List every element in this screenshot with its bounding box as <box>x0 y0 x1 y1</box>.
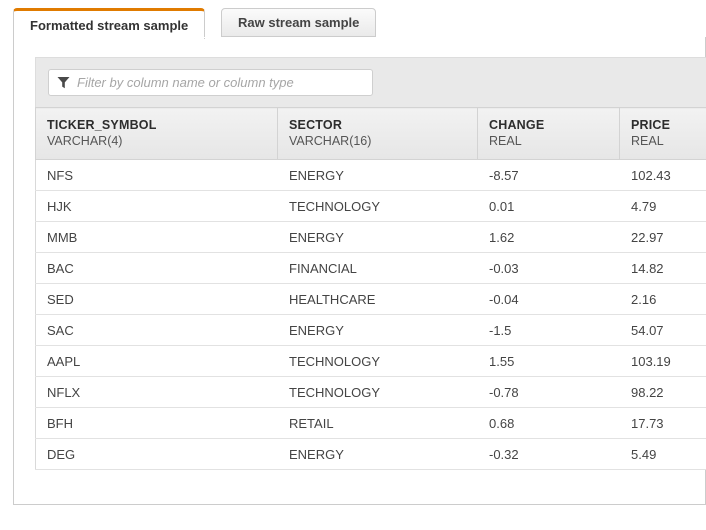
cell-change: -0.32 <box>477 438 620 470</box>
column-header-change[interactable]: CHANGE REAL <box>477 107 620 160</box>
cell-ticker: BFH <box>35 407 278 439</box>
filter-toolbar <box>35 57 706 107</box>
table-row[interactable]: NFLX TECHNOLOGY -0.78 98.22 <box>35 376 706 408</box>
cell-sector: ENERGY <box>277 159 478 191</box>
cell-price: 14.82 <box>619 252 706 284</box>
cell-sector: RETAIL <box>277 407 478 439</box>
cell-ticker: BAC <box>35 252 278 284</box>
cell-sector: FINANCIAL <box>277 252 478 284</box>
tab-label: Raw stream sample <box>238 15 360 30</box>
cell-price: 4.79 <box>619 190 706 222</box>
cell-ticker: NFS <box>35 159 278 191</box>
column-type: VARCHAR(4) <box>47 134 123 148</box>
column-header-ticker-symbol[interactable]: TICKER_SYMBOL VARCHAR(4) <box>35 107 278 160</box>
cell-price: 103.19 <box>619 345 706 377</box>
filter-field-wrapper[interactable] <box>48 69 373 96</box>
cell-change: 0.68 <box>477 407 620 439</box>
cell-sector: ENERGY <box>277 221 478 253</box>
cell-change: -0.78 <box>477 376 620 408</box>
table-row[interactable]: BAC FINANCIAL -0.03 14.82 <box>35 252 706 284</box>
cell-price: 102.43 <box>619 159 706 191</box>
cell-change: 1.55 <box>477 345 620 377</box>
table-row[interactable]: MMB ENERGY 1.62 22.97 <box>35 221 706 253</box>
cell-sector: ENERGY <box>277 438 478 470</box>
table-row[interactable]: SAC ENERGY -1.5 54.07 <box>35 314 706 346</box>
tab-strip: Formatted stream sample Raw stream sampl… <box>13 8 706 39</box>
tab-formatted-stream-sample[interactable]: Formatted stream sample <box>13 8 206 39</box>
cell-ticker: DEG <box>35 438 278 470</box>
column-type: VARCHAR(16) <box>289 134 372 148</box>
cell-sector: ENERGY <box>277 314 478 346</box>
cell-ticker: SED <box>35 283 278 315</box>
stream-sample-table-wrapper: TICKER_SYMBOL VARCHAR(4) SECTOR VARCHAR(… <box>35 107 706 470</box>
tab-label: Formatted stream sample <box>30 17 189 33</box>
tab-panel: TICKER_SYMBOL VARCHAR(4) SECTOR VARCHAR(… <box>13 37 706 505</box>
table-header: TICKER_SYMBOL VARCHAR(4) SECTOR VARCHAR(… <box>35 107 706 160</box>
table-row[interactable]: AAPL TECHNOLOGY 1.55 103.19 <box>35 345 706 377</box>
cell-sector: HEALTHCARE <box>277 283 478 315</box>
cell-sector: TECHNOLOGY <box>277 376 478 408</box>
cell-change: -8.57 <box>477 159 620 191</box>
cell-ticker: AAPL <box>35 345 278 377</box>
cell-ticker: NFLX <box>35 376 278 408</box>
column-name: SECTOR <box>289 118 343 132</box>
cell-price: 98.22 <box>619 376 706 408</box>
table-row[interactable]: SED HEALTHCARE -0.04 2.16 <box>35 283 706 315</box>
cell-change: 0.01 <box>477 190 620 222</box>
cell-price: 5.49 <box>619 438 706 470</box>
column-name: CHANGE <box>489 118 545 132</box>
tab-raw-stream-sample[interactable]: Raw stream sample <box>221 8 377 37</box>
table-row[interactable]: NFS ENERGY -8.57 102.43 <box>35 159 706 191</box>
panel-content: TICKER_SYMBOL VARCHAR(4) SECTOR VARCHAR(… <box>35 57 706 499</box>
column-name: PRICE <box>631 118 671 132</box>
cell-price: 54.07 <box>619 314 706 346</box>
cell-change: -0.04 <box>477 283 620 315</box>
column-header-price[interactable]: PRICE REAL <box>619 107 706 160</box>
cell-price: 22.97 <box>619 221 706 253</box>
cell-change: -0.03 <box>477 252 620 284</box>
table-row[interactable]: HJK TECHNOLOGY 0.01 4.79 <box>35 190 706 222</box>
cell-change: 1.62 <box>477 221 620 253</box>
cell-ticker: HJK <box>35 190 278 222</box>
cell-change: -1.5 <box>477 314 620 346</box>
cell-sector: TECHNOLOGY <box>277 345 478 377</box>
cell-ticker: MMB <box>35 221 278 253</box>
table-row[interactable]: BFH RETAIL 0.68 17.73 <box>35 407 706 439</box>
column-type: REAL <box>631 134 664 148</box>
table-header-row: TICKER_SYMBOL VARCHAR(4) SECTOR VARCHAR(… <box>35 107 706 160</box>
column-type: REAL <box>489 134 522 148</box>
stream-sample-table: TICKER_SYMBOL VARCHAR(4) SECTOR VARCHAR(… <box>35 107 706 470</box>
filter-funnel-icon <box>57 77 70 89</box>
cell-price: 17.73 <box>619 407 706 439</box>
table-body: NFS ENERGY -8.57 102.43 HJK TECHNOLOGY 0… <box>35 159 706 470</box>
column-filter-input[interactable] <box>77 75 364 90</box>
active-tab-seam <box>14 37 208 38</box>
column-header-sector[interactable]: SECTOR VARCHAR(16) <box>277 107 478 160</box>
column-name: TICKER_SYMBOL <box>47 118 157 132</box>
cell-ticker: SAC <box>35 314 278 346</box>
cell-sector: TECHNOLOGY <box>277 190 478 222</box>
table-row[interactable]: DEG ENERGY -0.32 5.49 <box>35 438 706 470</box>
cell-price: 2.16 <box>619 283 706 315</box>
